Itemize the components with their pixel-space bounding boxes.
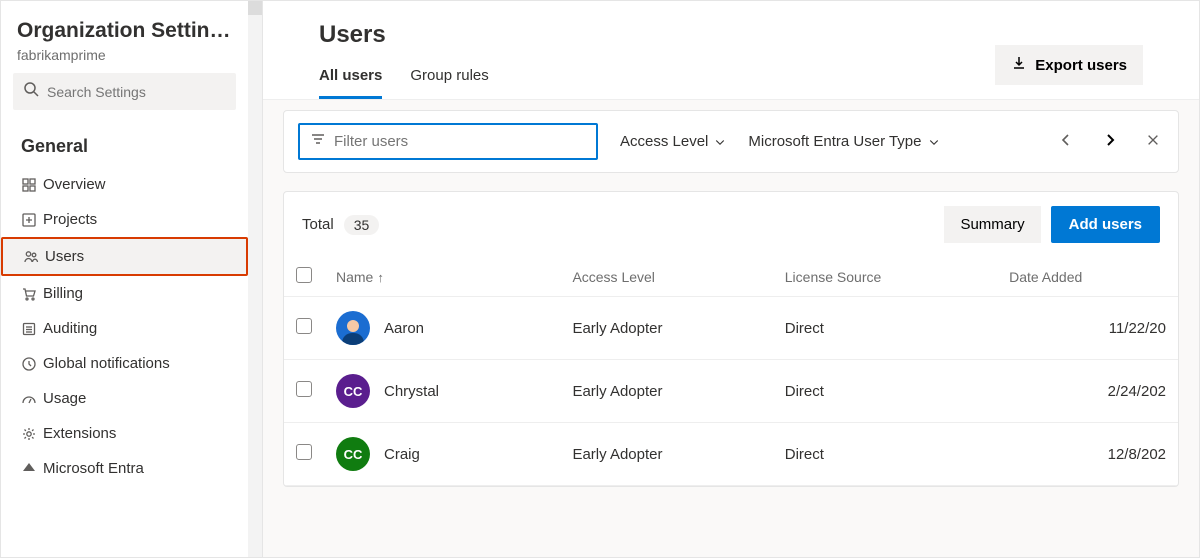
user-name: Aaron <box>384 320 424 337</box>
sidebar-item-global-notifications[interactable]: Global notifications <box>1 346 248 381</box>
avatar: CC <box>336 437 370 471</box>
grid-icon <box>21 177 43 193</box>
sidebar-item-auditing[interactable]: Auditing <box>1 311 248 346</box>
sidebar-item-label: Usage <box>43 390 86 407</box>
sidebar-item-usage[interactable]: Usage <box>1 381 248 416</box>
column-access-level[interactable]: Access Level <box>560 257 772 297</box>
users-card: Total 35 Summary Add users Name↑ Access … <box>283 191 1179 487</box>
table-row[interactable]: CC Chrystal Early AdopterDirect2/24/202 <box>284 360 1178 423</box>
sidebar-item-label: Billing <box>43 285 83 302</box>
filter-icon <box>310 131 326 152</box>
close-filters-button[interactable] <box>1142 129 1164 154</box>
tab-group-rules[interactable]: Group rules <box>410 67 488 99</box>
user-access-level: Early Adopter <box>560 360 772 423</box>
column-name[interactable]: Name↑ <box>324 257 560 297</box>
sidebar-item-extensions[interactable]: Extensions <box>1 416 248 451</box>
download-icon <box>1011 55 1027 75</box>
entra-user-type-filter[interactable]: Microsoft Entra User Type <box>748 133 939 150</box>
sort-ascending-icon: ↑ <box>377 270 384 285</box>
export-users-button[interactable]: Export users <box>995 45 1143 85</box>
settings-search[interactable] <box>13 73 236 110</box>
main: Users All users Group rules Export users <box>263 1 1199 557</box>
sidebar-item-label: Projects <box>43 211 97 228</box>
org-name: fabrikamprime <box>17 47 232 63</box>
tab-all-users[interactable]: All users <box>319 67 382 99</box>
chevron-down-icon <box>928 136 940 148</box>
page-title: Users <box>319 21 489 49</box>
search-icon <box>23 81 39 102</box>
user-access-level: Early Adopter <box>560 423 772 486</box>
access-level-filter[interactable]: Access Level <box>620 133 726 150</box>
filters-bar: Access Level Microsoft Entra User Type <box>283 110 1179 173</box>
sidebar-item-users[interactable]: Users <box>1 237 248 276</box>
sidebar-item-projects[interactable]: Projects <box>1 202 248 237</box>
user-name: Chrystal <box>384 383 439 400</box>
sidebar-item-overview[interactable]: Overview <box>1 167 248 202</box>
user-date-added: 2/24/202 <box>997 360 1178 423</box>
user-date-added: 11/22/20 <box>997 297 1178 360</box>
sidebar-section-general: General <box>1 122 248 167</box>
sidebar-item-label: Microsoft Entra <box>43 460 144 477</box>
column-license-source[interactable]: License Source <box>773 257 997 297</box>
meter-icon <box>21 391 43 407</box>
sidebar-item-billing[interactable]: Billing <box>1 276 248 311</box>
settings-search-input[interactable] <box>47 84 226 100</box>
entra-icon <box>21 461 43 477</box>
table-row[interactable]: CC Craig Early AdopterDirect12/8/202 <box>284 423 1178 486</box>
avatar: CC <box>336 374 370 408</box>
sidebar-item-label: Users <box>45 248 84 265</box>
user-license-source: Direct <box>773 297 997 360</box>
total-label: Total <box>302 216 334 233</box>
total-count-badge: 35 <box>344 215 380 235</box>
export-users-label: Export users <box>1035 57 1127 74</box>
org-settings-title: Organization Settin… <box>17 19 232 43</box>
scrollbar-track[interactable] <box>248 1 262 557</box>
row-checkbox[interactable] <box>296 444 312 460</box>
gear-icon <box>21 426 43 442</box>
users-icon <box>23 249 45 265</box>
next-page-button[interactable] <box>1098 128 1122 155</box>
table-row[interactable]: Aaron Early AdopterDirect11/22/20 <box>284 297 1178 360</box>
list-icon <box>21 321 43 337</box>
prev-page-button[interactable] <box>1054 128 1078 155</box>
sidebar: Organization Settin… fabrikamprime Gener… <box>1 1 263 557</box>
filter-users-input[interactable] <box>334 133 586 150</box>
plus-box-icon <box>21 212 43 228</box>
filter-users-field[interactable] <box>298 123 598 160</box>
users-table: Name↑ Access Level License Source Date A… <box>284 257 1178 486</box>
add-users-button[interactable]: Add users <box>1051 206 1160 243</box>
sidebar-item-label: Extensions <box>43 425 116 442</box>
sidebar-item-label: Auditing <box>43 320 97 337</box>
chevron-down-icon <box>714 136 726 148</box>
user-license-source: Direct <box>773 360 997 423</box>
sidebar-item-label: Overview <box>43 176 106 193</box>
sidebar-item-label: Global notifications <box>43 355 170 372</box>
row-checkbox[interactable] <box>296 381 312 397</box>
summary-button[interactable]: Summary <box>944 206 1040 243</box>
user-license-source: Direct <box>773 423 997 486</box>
column-date-added[interactable]: Date Added <box>997 257 1178 297</box>
clock-icon <box>21 356 43 372</box>
avatar <box>336 311 370 345</box>
scroll-up-button[interactable] <box>248 1 262 15</box>
sidebar-item-microsoft-entra[interactable]: Microsoft Entra <box>1 451 248 486</box>
user-date-added: 12/8/202 <box>997 423 1178 486</box>
row-checkbox[interactable] <box>296 318 312 334</box>
cart-icon <box>21 286 43 302</box>
select-all-checkbox[interactable] <box>296 267 312 283</box>
user-name: Craig <box>384 446 420 463</box>
user-access-level: Early Adopter <box>560 297 772 360</box>
